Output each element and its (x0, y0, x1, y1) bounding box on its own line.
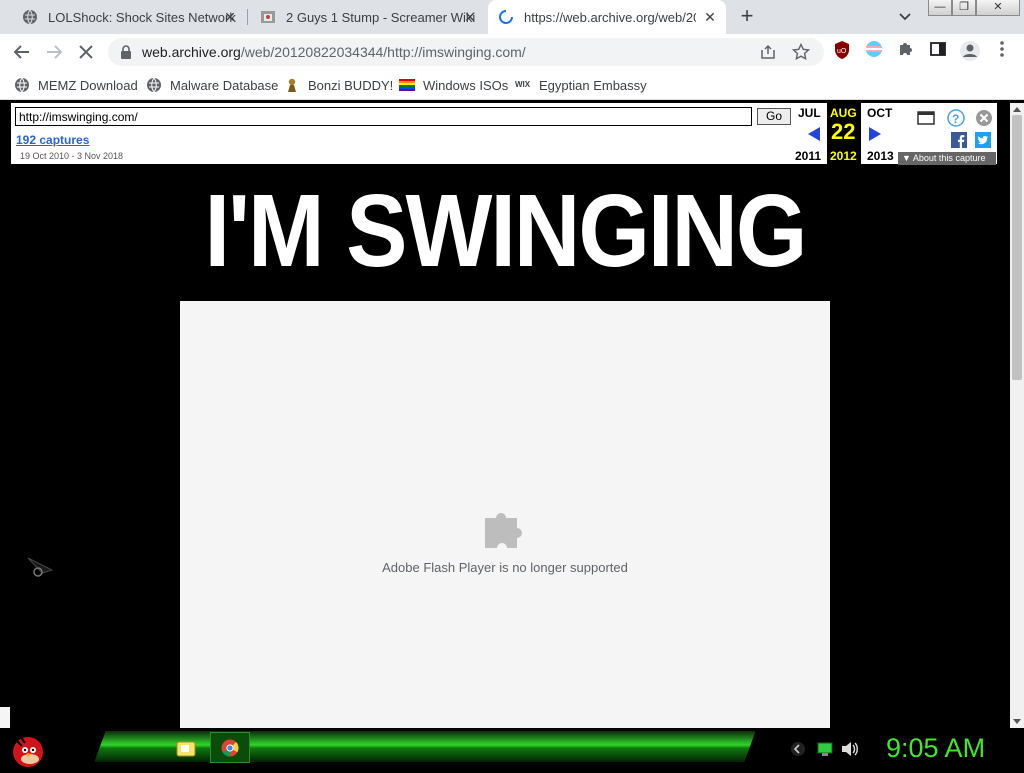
close-icon[interactable]: ✕ (222, 9, 238, 25)
bookmark-label: Bonzi BUDDY! (308, 77, 394, 93)
taskbar: 9:05 AM (0, 728, 1024, 768)
bookmark-egyptian-embassy[interactable]: WIX Egyptian Embassy (515, 76, 647, 94)
current-year: 2012 (830, 149, 857, 163)
current-month: AUG (830, 106, 857, 120)
flash-plugin-placeholder: Adobe Flash Player is no longer supporte… (180, 301, 830, 728)
url-host: web.archive.org (142, 44, 241, 60)
chrome-icon (221, 739, 239, 762)
bookmark-memz[interactable]: MEMZ Download (14, 76, 138, 94)
bookmarks-bar: MEMZ Download Malware Database Bonzi BUD… (0, 70, 1024, 100)
scrollbar[interactable] (1010, 103, 1024, 728)
tab-strip: LOLShock: Shock Sites Network ✕ 2 Guys 1… (0, 0, 1024, 34)
volume-icon[interactable] (841, 741, 859, 762)
next-capture-arrow-icon[interactable] (868, 126, 882, 147)
prev-year[interactable]: 2011 (795, 149, 821, 163)
close-icon[interactable] (975, 109, 993, 132)
current-day: 22 (831, 119, 856, 144)
capture-range: 19 Oct 2010 - 3 Nov 2018 (20, 151, 124, 161)
svg-text:uO: uO (837, 48, 847, 55)
restore-button[interactable]: ❐ (952, 0, 976, 16)
bookmark-malware-db[interactable]: Malware Database (146, 76, 278, 94)
tab-title: LOLShock: Shock Sites Network (48, 9, 236, 25)
prev-month[interactable]: JUL (798, 106, 821, 120)
ublock-icon[interactable]: uO (830, 40, 854, 64)
wix-icon: WIX (515, 80, 531, 89)
rainbow-flag-icon (399, 77, 415, 93)
loading-spinner-icon (498, 9, 514, 25)
wayback-go-button[interactable]: Go (757, 108, 791, 125)
globe-icon (22, 9, 38, 25)
profile-avatar-icon[interactable] (958, 40, 982, 64)
tray-expand-icon[interactable] (790, 741, 806, 762)
taskbar-chrome-button[interactable] (210, 732, 250, 763)
bookmark-label: MEMZ Download (38, 77, 138, 93)
calendar-icon[interactable] (917, 111, 935, 130)
captures-link[interactable]: 192 captures (16, 133, 89, 147)
url-path: /web/20120822034344/http://imswinging.co… (240, 44, 526, 60)
stop-loading-icon[interactable] (74, 40, 98, 64)
page-edge-fragment (0, 707, 10, 728)
globe-icon (146, 77, 162, 93)
window-close-button[interactable]: ✕ (976, 0, 1020, 16)
tab-title: 2 Guys 1 Stump - Screamer Wiki (286, 9, 476, 25)
next-month[interactable]: OCT (867, 106, 892, 120)
close-icon[interactable]: ✕ (702, 9, 718, 25)
next-year[interactable]: 2013 (867, 149, 894, 163)
prev-capture-arrow-icon[interactable] (807, 126, 821, 147)
wiki-icon (260, 9, 276, 25)
tab-screamer-wiki[interactable]: 2 Guys 1 Stump - Screamer Wiki ✕ (248, 0, 486, 34)
tab-title: https://web.archive.org/web/201 (524, 9, 696, 25)
current-capture-date: AUG 22 2012 (827, 103, 861, 165)
folder-icon[interactable] (176, 739, 196, 762)
lock-icon (120, 45, 132, 64)
wayback-toolbar: Go 192 captures 19 Oct 2010 - 3 Nov 2018… (10, 103, 998, 165)
page-viewport: Go 192 captures 19 Oct 2010 - 3 Nov 2018… (0, 103, 1010, 728)
scrollbar-thumb[interactable] (1012, 115, 1022, 380)
taskbar-clock[interactable]: 9:05 AM (886, 733, 985, 764)
bookmark-label: Windows ISOs (423, 77, 509, 93)
angry-bird-start-icon[interactable] (8, 728, 46, 773)
help-icon[interactable]: ? (947, 109, 965, 132)
side-panel-icon[interactable] (926, 40, 950, 64)
scroll-up-icon[interactable] (1013, 103, 1021, 115)
globe-icon (14, 77, 30, 93)
page-headline: I'M SWINGING (204, 174, 808, 289)
forward-arrow-icon[interactable] (42, 40, 66, 64)
about-capture-button[interactable]: ▼ About this capture (898, 152, 996, 165)
puzzle-icon (483, 508, 527, 550)
new-tab-button[interactable]: + (735, 5, 759, 29)
address-bar[interactable]: web.archive.org/web/20120822034344/http:… (108, 38, 824, 66)
twitter-icon[interactable] (975, 132, 991, 153)
svg-text:?: ? (952, 112, 959, 126)
chevron-down-icon[interactable] (895, 8, 915, 26)
more-menu-icon[interactable] (990, 40, 1014, 64)
network-icon[interactable] (817, 741, 833, 762)
tab-wayback[interactable]: https://web.archive.org/web/201 ✕ (488, 0, 726, 34)
minimize-button[interactable]: — (928, 0, 952, 16)
bookmark-bonzi[interactable]: Bonzi BUDDY! (284, 76, 393, 94)
toolbar: web.archive.org/web/20120822034344/http:… (0, 34, 1024, 70)
url-text: web.archive.org/web/20120822034344/http:… (142, 44, 526, 60)
facebook-icon[interactable] (951, 132, 967, 153)
flash-unsupported-message: Adobe Flash Player is no longer supporte… (382, 560, 628, 575)
tab-lolshock[interactable]: LOLShock: Shock Sites Network ✕ (8, 0, 246, 34)
bookmark-windows-isos[interactable]: Windows ISOs (399, 76, 508, 94)
star-icon[interactable] (791, 42, 811, 66)
share-icon[interactable] (760, 44, 776, 65)
wayback-url-input[interactable] (15, 107, 752, 126)
mouse-cursor-icon (26, 556, 56, 589)
close-icon[interactable]: ✕ (462, 9, 478, 25)
flag-extension-icon[interactable] (862, 40, 886, 64)
back-arrow-icon[interactable] (10, 40, 34, 64)
bonzi-icon (284, 77, 300, 93)
bookmark-label: Egyptian Embassy (539, 77, 647, 93)
scroll-down-icon[interactable] (1013, 714, 1021, 726)
bookmark-label: Malware Database (170, 77, 279, 93)
puzzle-icon[interactable] (894, 40, 918, 64)
